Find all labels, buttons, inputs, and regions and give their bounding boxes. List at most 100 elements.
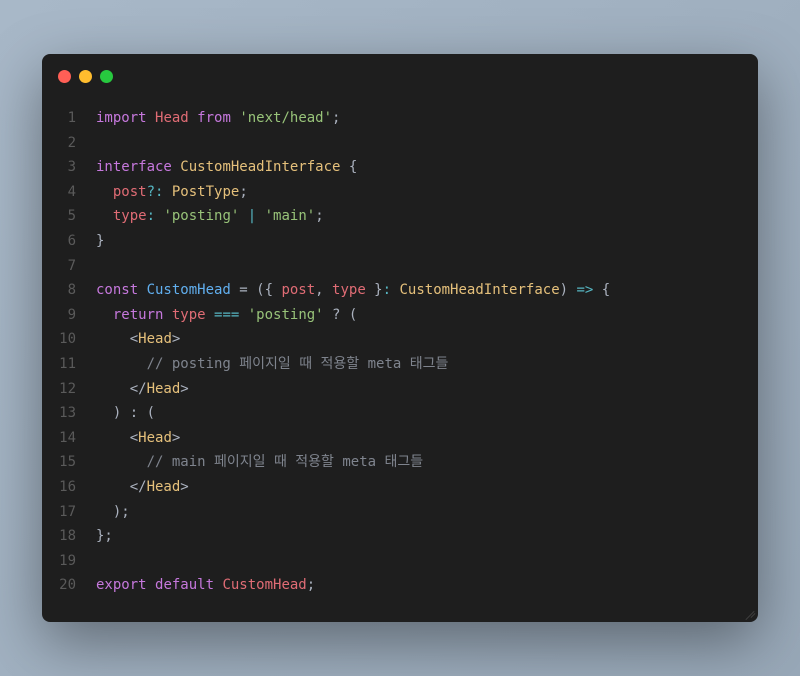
code-content: }: [84, 229, 104, 254]
token-str: 'next/head': [239, 110, 332, 126]
code-window: 1import Head from 'next/head';2 3interfa…: [42, 54, 758, 622]
code-content: <Head>: [84, 426, 180, 451]
line-number: 3: [42, 155, 84, 180]
token-punct: }: [366, 282, 383, 298]
token-k-default: default: [155, 577, 222, 593]
token-k-interface: interface: [96, 159, 180, 175]
code-line: 13 ) : (: [42, 401, 758, 426]
token-typename: Head: [138, 430, 172, 446]
line-number: 8: [42, 278, 84, 303]
token-punct: ): [560, 282, 577, 298]
window-titlebar: [42, 54, 758, 98]
token-tagb: >: [172, 430, 180, 446]
code-content: // main 페이지일 때 적용할 meta 태그들: [84, 450, 423, 475]
code-content: type: 'posting' | 'main';: [84, 204, 324, 229]
line-number: 15: [42, 450, 84, 475]
code-line: 3interface CustomHeadInterface {: [42, 155, 758, 180]
token-typename: PostType: [172, 184, 239, 200]
token-punct: [96, 208, 113, 224]
code-line: 4 post?: PostType;: [42, 180, 758, 205]
token-tagb: >: [172, 331, 180, 347]
code-line: 1import Head from 'next/head';: [42, 106, 758, 131]
token-ident: Head: [155, 110, 189, 126]
resize-handle-icon[interactable]: [744, 608, 754, 618]
code-content: [84, 131, 104, 156]
token-k-export: export: [96, 577, 155, 593]
token-ident: type: [172, 307, 206, 323]
token-op: |: [239, 208, 264, 224]
token-punct: ) : (: [96, 405, 155, 421]
code-line: 7: [42, 254, 758, 279]
token-k-const: const: [96, 282, 147, 298]
token-punct: };: [96, 528, 113, 544]
token-tagb: </: [130, 381, 147, 397]
token-punct: = ({: [231, 282, 282, 298]
code-line: 12 </Head>: [42, 377, 758, 402]
code-content: };: [84, 524, 113, 549]
token-ident: CustomHead: [222, 577, 306, 593]
code-content: // posting 페이지일 때 적용할 meta 태그들: [84, 352, 448, 377]
token-punct: ? (: [324, 307, 358, 323]
token-ident: post: [281, 282, 315, 298]
token-k-import: import: [96, 110, 155, 126]
maximize-icon[interactable]: [100, 70, 113, 83]
code-content: </Head>: [84, 475, 189, 500]
line-number: 17: [42, 500, 84, 525]
token-punct: }: [96, 233, 104, 249]
line-number: 1: [42, 106, 84, 131]
token-punct: ;: [332, 110, 340, 126]
code-line: 14 <Head>: [42, 426, 758, 451]
token-punct: [96, 184, 113, 200]
token-punct: [96, 381, 130, 397]
close-icon[interactable]: [58, 70, 71, 83]
token-op: :: [383, 282, 391, 298]
token-punct: ,: [315, 282, 332, 298]
code-content: import Head from 'next/head';: [84, 106, 340, 131]
code-content: interface CustomHeadInterface {: [84, 155, 357, 180]
token-ident: type: [332, 282, 366, 298]
token-str: 'posting': [163, 208, 239, 224]
token-punct: {: [593, 282, 610, 298]
line-number: 14: [42, 426, 84, 451]
token-str: 'posting': [248, 307, 324, 323]
token-comment: // main 페이지일 때 적용할 meta 태그들: [147, 454, 424, 470]
code-line: 8const CustomHead = ({ post, type }: Cus…: [42, 278, 758, 303]
code-content: );: [84, 500, 130, 525]
line-number: 12: [42, 377, 84, 402]
token-tagb: >: [180, 381, 188, 397]
code-line: 10 <Head>: [42, 327, 758, 352]
token-op: ===: [206, 307, 248, 323]
code-line: 6}: [42, 229, 758, 254]
token-typename: CustomHeadInterface: [180, 159, 340, 175]
line-number: 6: [42, 229, 84, 254]
token-punct: ;: [307, 577, 315, 593]
line-number: 11: [42, 352, 84, 377]
token-prop: post: [113, 184, 147, 200]
token-tagb: <: [130, 430, 138, 446]
code-line: 11 // posting 페이지일 때 적용할 meta 태그들: [42, 352, 758, 377]
code-content: [84, 254, 104, 279]
code-content: const CustomHead = ({ post, type }: Cust…: [84, 278, 610, 303]
token-punct: ;: [239, 184, 247, 200]
token-str: 'main': [265, 208, 316, 224]
code-line: 19: [42, 549, 758, 574]
code-content: return type === 'posting' ? (: [84, 303, 357, 328]
code-line: 18};: [42, 524, 758, 549]
token-op: =>: [577, 282, 594, 298]
token-punct: [163, 184, 171, 200]
token-k-from: from: [189, 110, 240, 126]
token-op: ?:: [147, 184, 164, 200]
code-line: 9 return type === 'posting' ? (: [42, 303, 758, 328]
token-punct: [96, 479, 130, 495]
token-comment: // posting 페이지일 때 적용할 meta 태그들: [147, 356, 449, 372]
minimize-icon[interactable]: [79, 70, 92, 83]
code-content: <Head>: [84, 327, 180, 352]
line-number: 9: [42, 303, 84, 328]
code-content: export default CustomHead;: [84, 573, 315, 598]
code-content: post?: PostType;: [84, 180, 248, 205]
token-typename: Head: [147, 381, 181, 397]
token-tagb: <: [130, 331, 138, 347]
line-number: 4: [42, 180, 84, 205]
code-content: [84, 549, 104, 574]
token-prop: type: [113, 208, 147, 224]
